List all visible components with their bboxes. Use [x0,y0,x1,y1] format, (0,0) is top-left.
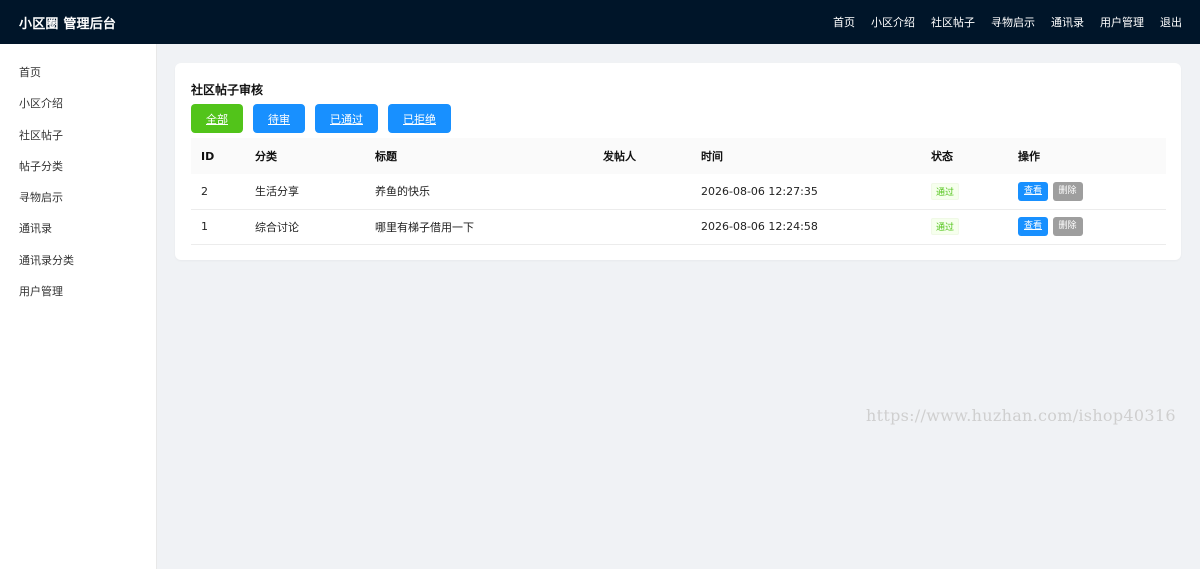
sidebar-item-users[interactable]: 用户管理 [0,276,156,307]
column-header-id: ID [201,149,215,163]
top-nav-users[interactable]: 用户管理 [1100,14,1144,30]
filter-rejected-button[interactable]: 已拒绝 [388,104,451,133]
top-navbar: 小区圈 管理后台 首页 小区介绍 社区帖子 寻物启示 通讯录 用户管理 退出 [0,0,1200,44]
top-nav-home[interactable]: 首页 [833,14,855,30]
top-nav-lost-found[interactable]: 寻物启示 [991,14,1035,30]
top-nav-logout[interactable]: 退出 [1160,14,1182,30]
column-header-title: 标题 [375,150,397,163]
status-filter-group: 全部 待审 已通过 已拒绝 [191,104,461,133]
sidebar-item-home[interactable]: 首页 [0,57,156,88]
status-badge: 通过 [931,182,960,200]
filter-all-button[interactable]: 全部 [191,104,243,133]
status-badge: 通过 [931,218,960,235]
watermark-text: https://www.huzhan.com/ishop40316 [866,406,1176,425]
top-nav-posts[interactable]: 社区帖子 [931,14,975,30]
app-brand: 小区圈 管理后台 [19,16,117,32]
sidebar-item-contacts[interactable]: 通讯录 [0,213,156,244]
cell-category: 生活分享 [255,185,299,199]
sidebar-item-posts[interactable]: 社区帖子 [0,120,156,151]
cell-time: 2026-08-06 12:24:58 [701,220,818,233]
table-row: 2 生活分享 养鱼的快乐 2026-08-06 12:27:35 通过 查看 删… [191,174,1166,209]
cell-title: 哪里有梯子借用一下 [375,220,474,234]
top-nav: 首页 小区介绍 社区帖子 寻物启示 通讯录 用户管理 退出 [817,14,1182,30]
cell-status: 通过 [921,174,1008,209]
posts-table: ID 分类 标题 发帖人 时间 状态 操作 2 生活分享 养鱼的快乐 2026-… [191,138,1166,245]
sidebar: 首页 小区介绍 社区帖子 帖子分类 寻物启示 通讯录 通讯录分类 用户管理 [0,44,157,569]
filter-pending-button[interactable]: 待审 [253,104,305,133]
cell-title: 养鱼的快乐 [375,185,430,199]
column-header-author: 发帖人 [603,150,636,163]
table-row: 1 综合讨论 哪里有梯子借用一下 2026-08-06 12:24:58 通过 … [191,209,1166,244]
sidebar-item-contact-categories[interactable]: 通讯录分类 [0,245,156,276]
cell-id: 2 [201,184,208,198]
top-nav-contacts[interactable]: 通讯录 [1051,14,1084,30]
sidebar-item-intro[interactable]: 小区介绍 [0,88,156,119]
cell-status: 通过 [921,209,1008,244]
post-review-card: 社区帖子审核 全部 待审 已通过 已拒绝 ID 分类 标题 发帖人 时间 状态 … [175,63,1181,260]
delete-button[interactable]: 删除 [1052,181,1083,201]
cell-category: 综合讨论 [255,220,299,234]
view-button[interactable]: 查看 [1018,181,1049,201]
top-nav-intro[interactable]: 小区介绍 [871,14,915,30]
cell-time: 2026-08-06 12:27:35 [701,184,818,198]
table-header-row: ID 分类 标题 发帖人 时间 状态 操作 [191,138,1166,174]
cell-id: 1 [201,220,208,233]
column-header-actions: 操作 [1018,150,1040,163]
delete-button[interactable]: 删除 [1052,217,1083,236]
cell-actions: 查看 删除 [1008,209,1166,244]
view-button[interactable]: 查看 [1018,217,1049,236]
filter-approved-button[interactable]: 已通过 [315,104,378,133]
cell-author [593,174,691,209]
column-header-time: 时间 [701,150,723,163]
cell-author [593,209,691,244]
sidebar-item-post-categories[interactable]: 帖子分类 [0,151,156,182]
page-title: 社区帖子审核 [191,83,264,97]
cell-actions: 查看 删除 [1008,174,1166,209]
sidebar-item-lost-found[interactable]: 寻物启示 [0,182,156,213]
column-header-category: 分类 [255,150,277,163]
column-header-status: 状态 [931,150,953,163]
